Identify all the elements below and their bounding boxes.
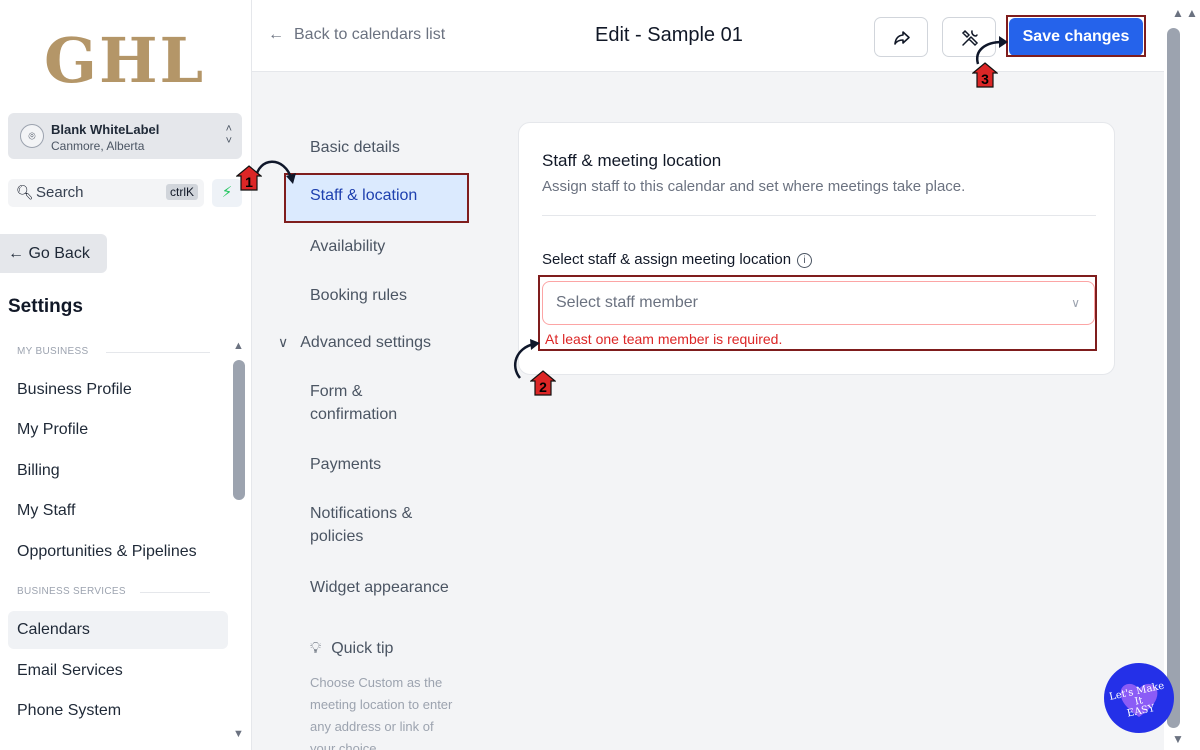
staff-error-message: At least one team member is required.	[545, 331, 783, 347]
share-icon	[894, 31, 910, 45]
subnav-payments[interactable]: Payments	[310, 453, 381, 476]
curved-arrow-icon	[254, 160, 296, 184]
subnav-booking-rules[interactable]: Booking rules	[310, 284, 407, 307]
scroll-down-icon[interactable]: ▼	[233, 728, 244, 740]
search-button[interactable]: 🔍︎ Search ctrlK	[8, 179, 204, 207]
chevron-down-icon: ∨	[1071, 296, 1080, 310]
subnav-staff-location[interactable]: Staff & location	[284, 174, 468, 221]
sidebar-item-my-staff[interactable]: My Staff	[8, 492, 228, 530]
scroll-up-icon[interactable]: ▲	[1172, 6, 1184, 20]
main-scrollbar[interactable]: ▲ ▲ ▼	[1164, 0, 1200, 750]
back-to-calendars-link[interactable]: ← Back to calendars list	[268, 26, 445, 44]
scrollbar-thumb[interactable]	[1167, 28, 1180, 728]
account-name: Blank WhiteLabel	[51, 122, 160, 137]
settings-title: Settings	[8, 296, 83, 317]
search-label: Search	[36, 184, 84, 201]
sidebar-item-opportunities[interactable]: Opportunities & Pipelines	[8, 533, 228, 571]
watermark-badge: Let's Make It EASY	[1104, 663, 1174, 733]
page-title: Edit - Sample 01	[595, 24, 743, 46]
scrollbar-thumb[interactable]	[233, 360, 245, 500]
scroll-up-icon[interactable]: ▲	[233, 340, 244, 352]
subnav-widget-appearance[interactable]: Widget appearance	[310, 576, 449, 599]
subnav-basic-details[interactable]: Basic details	[310, 136, 400, 159]
lightbulb-icon: 💡︎	[310, 640, 322, 657]
staff-location-card: Staff & meeting location Assign staff to…	[518, 122, 1115, 375]
curved-arrow-icon	[975, 36, 1008, 65]
subnav-form-confirmation[interactable]: Form & confirmation	[310, 380, 397, 426]
save-changes-button[interactable]: Save changes	[1009, 18, 1143, 56]
scroll-down-icon[interactable]: ▼	[1172, 732, 1184, 746]
subnav-advanced-settings[interactable]: ∨ Advanced settings	[278, 334, 431, 352]
search-icon: 🔍︎	[16, 184, 34, 200]
card-title: Staff & meeting location	[542, 151, 722, 170]
arrow-left-icon: ←	[268, 26, 284, 43]
sidebar-item-business-profile[interactable]: Business Profile	[8, 371, 228, 409]
chevron-down-icon: ∨	[278, 334, 289, 350]
section-divider	[106, 352, 210, 353]
share-button[interactable]	[874, 17, 928, 57]
company-logo: GHL	[44, 24, 206, 97]
scroll-up-icon[interactable]: ▲	[1186, 6, 1198, 20]
section-divider	[140, 592, 210, 593]
sidebar-item-calendars[interactable]: Calendars	[8, 611, 228, 649]
go-back-button[interactable]: ← Go Back	[0, 234, 107, 273]
settings-sidebar: GHL ⌾ Blank WhiteLabel Canmore, Alberta …	[0, 0, 252, 750]
editor-header: ← Back to calendars list Edit - Sample 01…	[252, 0, 1164, 72]
sidebar-item-my-profile[interactable]: My Profile	[8, 411, 228, 449]
lightning-icon[interactable]: ⚡︎	[212, 179, 242, 207]
subnav-notifications-policies[interactable]: Notifications & policies	[310, 502, 412, 548]
sidebar-item-billing[interactable]: Billing	[8, 452, 228, 490]
info-icon[interactable]: i	[797, 253, 813, 268]
account-switcher[interactable]: ⌾ Blank WhiteLabel Canmore, Alberta ˄ ˅	[8, 113, 242, 159]
section-label-my-business: MY BUSINESS	[17, 346, 89, 357]
staff-member-select[interactable]: Select staff member ∨	[542, 281, 1095, 325]
select-placeholder: Select staff member	[556, 294, 698, 311]
sidebar-item-phone-system[interactable]: Phone System	[8, 692, 228, 730]
account-location: Canmore, Alberta	[51, 139, 145, 153]
curved-arrow-icon	[514, 339, 540, 379]
subnav-availability[interactable]: Availability	[310, 235, 385, 258]
card-divider	[542, 215, 1096, 216]
staff-field-label: Select staff & assign meeting location i	[542, 251, 813, 268]
card-subtitle: Assign staff to this calendar and set wh…	[542, 178, 966, 195]
quick-tip-heading: 💡︎ Quick tip	[310, 640, 394, 657]
search-shortcut: ctrlK	[166, 184, 198, 200]
quick-tip-text: Choose Custom as the meeting location to…	[310, 675, 453, 750]
sidebar-item-email-services[interactable]: Email Services	[8, 652, 228, 690]
sidebar-scrollbar[interactable]: ▲ ▼	[232, 340, 246, 740]
location-pin-icon: ⌾	[20, 124, 44, 148]
chevron-up-down-icon: ˄ ˅	[225, 123, 232, 147]
section-label-business-services: BUSINESS SERVICES	[17, 586, 126, 597]
